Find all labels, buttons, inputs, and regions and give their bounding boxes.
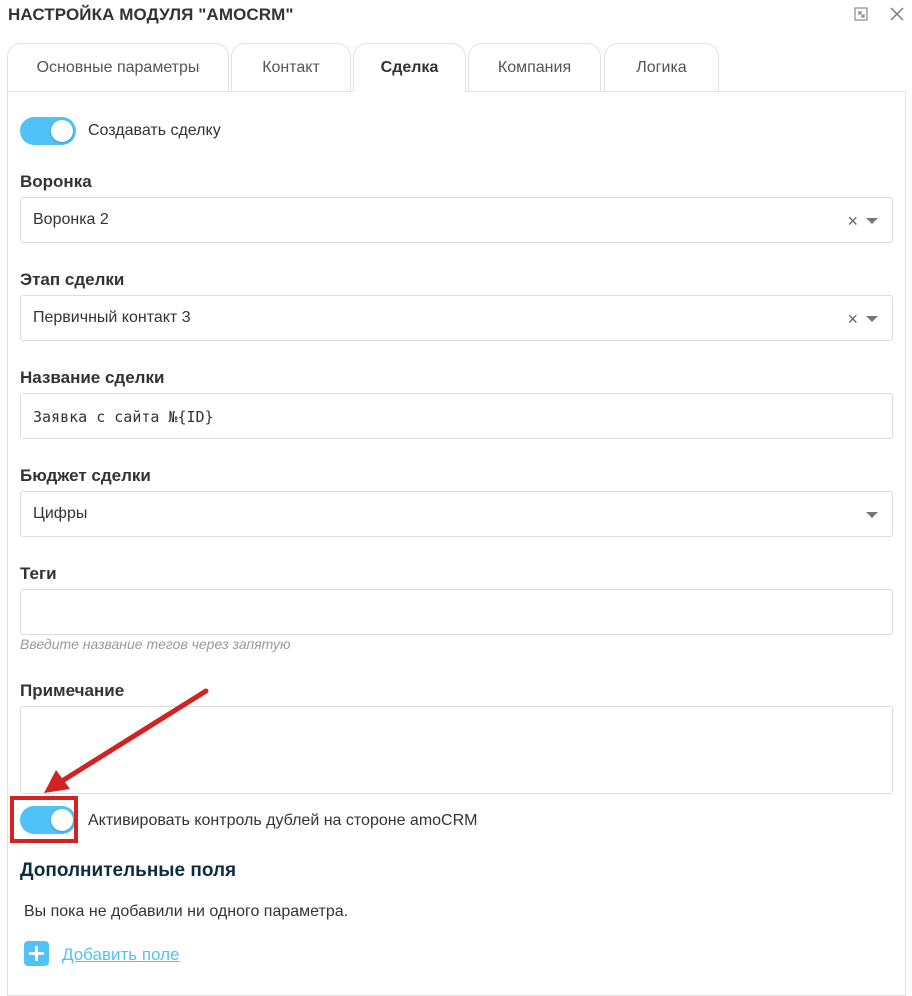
- stage-select[interactable]: Первичный контакт 3 ×: [20, 295, 893, 341]
- budget-select[interactable]: Цифры: [20, 491, 893, 537]
- pipeline-label: Воронка: [20, 172, 92, 191]
- tab-main-params[interactable]: Основные параметры: [7, 43, 229, 91]
- note-label: Примечание: [20, 681, 125, 700]
- clear-icon[interactable]: ×: [847, 310, 858, 328]
- stage-label: Этап сделки: [20, 270, 125, 289]
- create-deal-toggle[interactable]: [20, 117, 76, 145]
- deal-name-label: Название сделки: [20, 368, 165, 387]
- deal-name-value: Заявка с сайта №{ID}: [33, 408, 214, 426]
- tab-deal[interactable]: Сделка: [353, 43, 466, 92]
- create-deal-label: Создавать сделку: [88, 122, 221, 139]
- tab-label: Логика: [636, 58, 687, 76]
- note-textarea[interactable]: [20, 706, 893, 794]
- add-plus-icon[interactable]: [24, 941, 49, 966]
- budget-value: Цифры: [33, 505, 88, 522]
- window-title: НАСТРОЙКА МОДУЛЯ "AMOCRM": [8, 5, 294, 24]
- duplicates-control-label: Активировать контроль дублей на стороне …: [88, 812, 478, 829]
- chevron-down-icon[interactable]: [866, 316, 878, 322]
- chevron-down-icon[interactable]: [866, 512, 878, 518]
- budget-label: Бюджет сделки: [20, 466, 151, 485]
- annotation-highlight-box: [10, 796, 78, 843]
- clear-icon[interactable]: ×: [847, 212, 858, 230]
- stage-value: Первичный контакт 3: [33, 309, 191, 326]
- tab-label: Компания: [497, 58, 572, 76]
- pipeline-value: Воронка 2: [33, 211, 109, 228]
- extra-fields-title: Дополнительные поля: [20, 860, 237, 881]
- tab-label: Основные параметры: [36, 58, 200, 76]
- add-field-link[interactable]: Добавить поле: [62, 945, 180, 965]
- close-icon[interactable]: [886, 3, 908, 25]
- pipeline-select[interactable]: Воронка 2 ×: [20, 197, 893, 243]
- expand-icon[interactable]: [850, 3, 872, 25]
- extra-fields-empty-text: Вы пока не добавили ни одного параметра.: [24, 903, 349, 920]
- tags-hint: Введите название тегов через запятую: [20, 636, 291, 652]
- toggle-knob: [51, 120, 73, 142]
- tab-company[interactable]: Компания: [468, 43, 601, 91]
- tags-label: Теги: [20, 564, 57, 583]
- tab-label: Контакт: [262, 58, 320, 76]
- tab-contact[interactable]: Контакт: [231, 43, 351, 91]
- chevron-down-icon[interactable]: [866, 218, 878, 224]
- tab-logic[interactable]: Логика: [604, 43, 719, 91]
- tab-label: Сделка: [380, 59, 439, 76]
- tags-input[interactable]: [20, 589, 893, 635]
- deal-name-input[interactable]: Заявка с сайта №{ID}: [20, 393, 893, 439]
